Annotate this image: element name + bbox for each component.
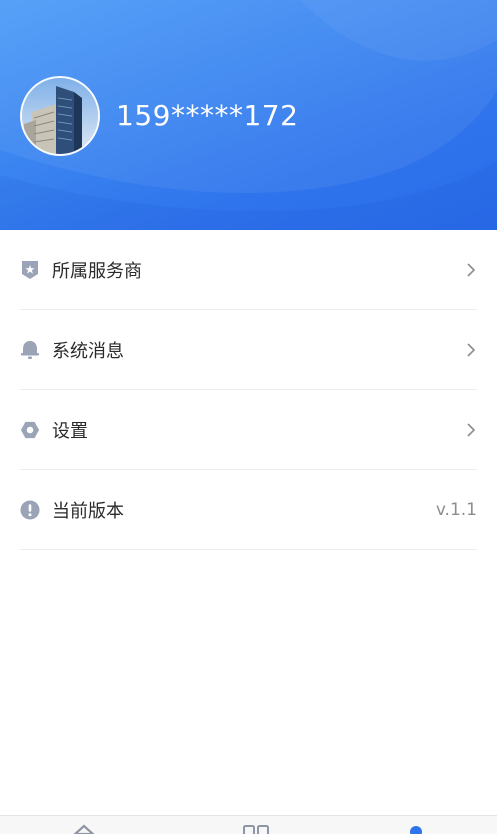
user-phone-number: 159*****172: [116, 99, 299, 132]
menu-item-service-provider[interactable]: 所属服务商: [20, 230, 477, 310]
profile-menu: 所属服务商 系统消息 设置 当前版本 v.1.1: [0, 230, 497, 550]
profile-header: 159*****172: [0, 0, 497, 230]
exclamation-circle-icon: [20, 500, 40, 520]
menu-item-settings[interactable]: 设置: [20, 390, 477, 470]
chevron-right-icon: [467, 342, 476, 357]
shield-star-icon: [20, 260, 40, 280]
menu-item-label: 系统消息: [52, 340, 124, 362]
bottom-tab-bar: [0, 815, 497, 834]
chevron-right-icon: [467, 262, 476, 277]
menu-item-label: 设置: [52, 420, 88, 442]
building-photo-icon: [22, 78, 98, 154]
hexagon-settings-icon: [20, 420, 40, 440]
menu-item-label: 所属服务商: [52, 260, 142, 282]
menu-item-current-version: 当前版本 v.1.1: [20, 470, 477, 550]
avatar[interactable]: [20, 76, 100, 156]
menu-item-system-messages[interactable]: 系统消息: [20, 310, 477, 390]
menu-item-label: 当前版本: [52, 500, 124, 522]
version-value: v.1.1: [435, 499, 477, 520]
chevron-right-icon: [467, 422, 476, 437]
bell-icon: [20, 340, 40, 360]
